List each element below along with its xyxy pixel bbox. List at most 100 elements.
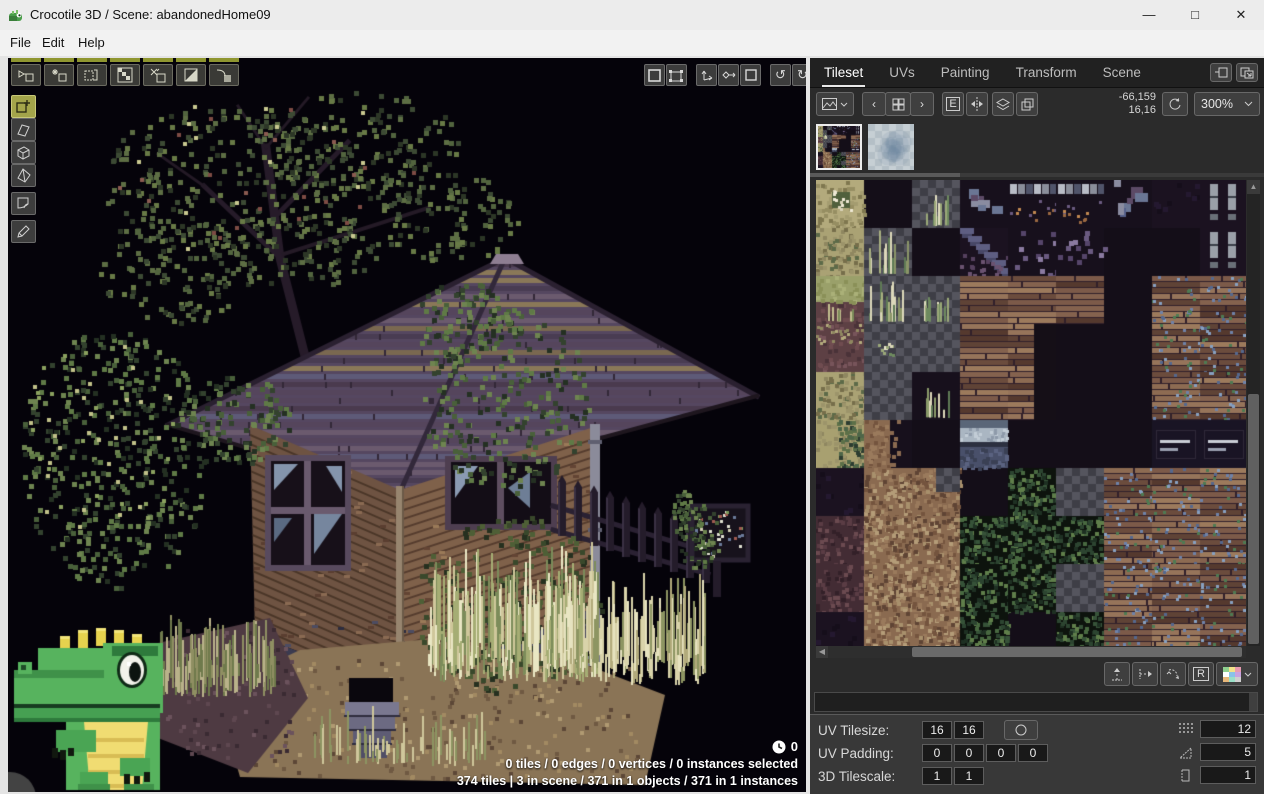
extrude-rect-icon	[1178, 768, 1194, 784]
crocotile-logo-icon	[8, 7, 24, 23]
tileset-thumbnail-2-wrap[interactable]	[868, 124, 914, 170]
scroll-up-arrow[interactable]: ▲	[1247, 180, 1260, 194]
uv-padding-4-input[interactable]	[1018, 744, 1048, 762]
popout-icon	[1240, 67, 1254, 79]
thumbnail-scrollbar[interactable]	[810, 173, 1264, 177]
tileset-vertical-scrollbar[interactable]: ▲	[1247, 180, 1260, 646]
fill-mode-button[interactable]	[176, 64, 206, 86]
palette-dropdown[interactable]	[1216, 662, 1258, 686]
close-button[interactable]: ✕	[1218, 0, 1264, 30]
square-icon	[648, 69, 661, 82]
grid-size-input[interactable]	[1200, 720, 1256, 738]
tileset-thumbnail-2	[868, 124, 914, 170]
info-scroll-nub[interactable]	[1249, 693, 1257, 711]
uv-padding-3-input[interactable]	[986, 744, 1016, 762]
select-vertices-button[interactable]	[666, 64, 687, 86]
tileset-thumbnail-selected[interactable]	[816, 124, 862, 170]
tab-scene[interactable]: Scene	[1103, 58, 1141, 87]
uv-padding-2-input[interactable]	[954, 744, 984, 762]
angle-triangle-icon	[1178, 745, 1194, 761]
curve-checker-icon	[215, 67, 233, 83]
transparency-button[interactable]	[110, 64, 140, 86]
move-vertex-button[interactable]	[718, 64, 739, 86]
pencil-tool[interactable]	[11, 220, 36, 243]
select-rect-button[interactable]	[644, 64, 665, 86]
prev-tile-button[interactable]: ‹	[862, 92, 886, 116]
rotate-tile-button[interactable]	[1160, 662, 1186, 686]
horizontal-scroll-thumb[interactable]	[912, 647, 1242, 657]
tilescale-y-input[interactable]	[954, 767, 984, 785]
uv-tilesize-label: UV Tilesize:	[818, 723, 922, 738]
timer-indicator: 0	[772, 739, 798, 754]
page-curl-tool[interactable]	[11, 192, 36, 215]
panel-tabs: Tileset UVs Painting Transform Scene	[810, 58, 1264, 88]
refresh-tileset-button[interactable]	[1162, 92, 1188, 116]
tab-tileset[interactable]: Tileset	[824, 58, 863, 87]
viewport-3d[interactable]: ↺ ↻ 0 0 tiles / 0 edges / 0 vertices / 0…	[8, 58, 806, 792]
tileset-canvas[interactable]	[816, 180, 1246, 646]
mirror-button[interactable]	[966, 92, 988, 116]
uv-padding-1-input[interactable]	[922, 744, 952, 762]
grid-2x2-icon	[892, 98, 905, 111]
uv-padding-label: UV Padding:	[818, 746, 922, 761]
move-tool-button[interactable]	[696, 64, 717, 86]
cursor-coordinates: -66,159 16,16	[1086, 91, 1156, 117]
redo-button[interactable]: ↻	[792, 64, 806, 86]
duplicate-button[interactable]	[1016, 92, 1038, 116]
scroll-left-arrow[interactable]: ◀	[816, 646, 828, 658]
diamond-arrow-icon	[721, 68, 736, 82]
zoom-dropdown[interactable]: 300%	[1194, 92, 1260, 116]
menu-file[interactable]: File	[4, 30, 37, 56]
tab-uvs[interactable]: UVs	[889, 58, 915, 87]
tile-grid-button[interactable]	[885, 92, 911, 116]
tab-transform[interactable]: Transform	[1016, 58, 1077, 87]
angle-snap-input[interactable]	[1200, 743, 1256, 761]
next-tile-button[interactable]: ›	[910, 92, 934, 116]
curve-tile-button[interactable]	[209, 64, 239, 86]
maximize-button[interactable]: □	[1172, 0, 1218, 30]
tilescale-x-input[interactable]	[922, 767, 952, 785]
quad-tool[interactable]	[11, 118, 36, 141]
dock-icon	[1214, 67, 1228, 78]
tab-painting[interactable]: Painting	[941, 58, 990, 87]
prism-tool[interactable]	[11, 164, 36, 187]
uv-tilesize-x-input[interactable]	[922, 721, 952, 739]
tileset-horizontal-scrollbar[interactable]: ◀	[816, 646, 1246, 658]
minimize-button[interactable]: —	[1126, 0, 1172, 30]
tile-index-button[interactable]	[77, 64, 107, 86]
scale-tool-button[interactable]	[740, 64, 761, 86]
page-curl-icon	[15, 195, 32, 212]
shading-button[interactable]	[143, 64, 173, 86]
popout-panel-button[interactable]	[1236, 63, 1258, 82]
vertex-square-icon	[17, 67, 35, 83]
chevron-down-icon	[1244, 101, 1253, 107]
scene-3d-view[interactable]	[8, 58, 806, 792]
flip-horizontal-button[interactable]	[1132, 662, 1158, 686]
cube-tool[interactable]	[11, 141, 36, 164]
diagonal-fill-icon	[183, 67, 199, 83]
layers-button[interactable]	[992, 92, 1014, 116]
pencil-icon	[15, 223, 32, 240]
vertical-scroll-thumb[interactable]	[1248, 394, 1259, 644]
light-toggle-button[interactable]	[44, 64, 74, 86]
flip-vertical-button[interactable]	[1104, 662, 1130, 686]
vertex-snap-button[interactable]	[11, 64, 41, 86]
uv-tilesize-y-input[interactable]	[954, 721, 984, 739]
tool-strip-segment	[143, 58, 173, 62]
dock-panel-button[interactable]	[1210, 63, 1232, 82]
undo-button[interactable]: ↺	[770, 64, 791, 86]
uv-circle-button[interactable]	[1004, 720, 1038, 740]
edit-tileset-button[interactable]: E	[942, 92, 964, 116]
tool-strip-segment	[176, 58, 206, 62]
extrude-input[interactable]	[1200, 766, 1256, 784]
flip-vertical-icon	[1110, 667, 1124, 682]
tool-strip-segment	[77, 58, 107, 62]
menu-help[interactable]: Help	[72, 30, 111, 56]
square-plus-icon	[15, 98, 32, 115]
add-tile-tool[interactable]	[11, 95, 36, 118]
timer-value: 0	[791, 739, 798, 754]
tileset-image-dropdown[interactable]	[816, 92, 854, 116]
menu-edit[interactable]: Edit	[36, 30, 70, 56]
thumbnail-scroll-thumb[interactable]	[810, 173, 960, 177]
reset-tile-button[interactable]: R	[1188, 662, 1214, 686]
